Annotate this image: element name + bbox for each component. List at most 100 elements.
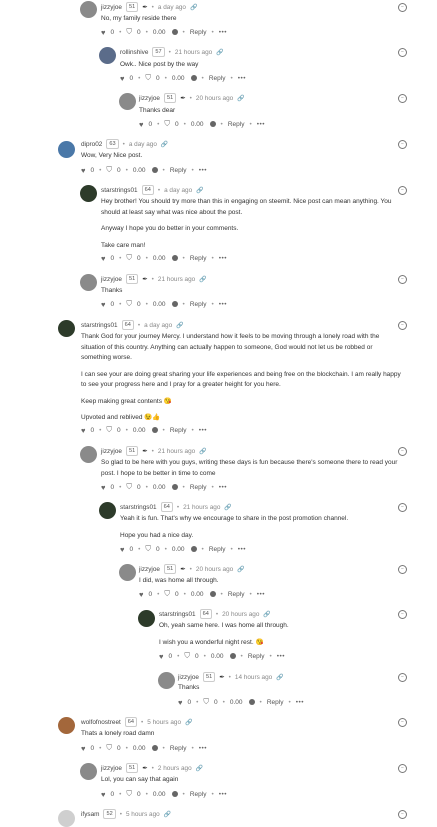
- permalink-icon[interactable]: 🔗: [199, 276, 206, 283]
- downvote-icon[interactable]: ⛉: [203, 697, 209, 707]
- permalink-icon[interactable]: 🔗: [196, 187, 203, 194]
- author-name[interactable]: ifysam: [81, 811, 99, 818]
- author-name[interactable]: rollinshive: [120, 49, 148, 56]
- downvote-icon[interactable]: ⛉: [184, 651, 190, 661]
- author-name[interactable]: starstrings01: [81, 322, 118, 329]
- payout-value[interactable]: 0.00: [153, 255, 166, 262]
- author-name[interactable]: starstrings01: [101, 187, 138, 194]
- collapse-icon[interactable]: −: [398, 140, 407, 149]
- payout-value[interactable]: 0.00: [153, 29, 166, 36]
- downvote-icon[interactable]: ⛉: [126, 299, 132, 309]
- reply-button[interactable]: Reply: [190, 29, 207, 36]
- avatar[interactable]: [138, 610, 155, 627]
- more-options-button[interactable]: •••: [257, 591, 265, 598]
- avatar[interactable]: [99, 502, 116, 519]
- upvote-heart-icon[interactable]: ♥: [81, 166, 85, 175]
- avatar[interactable]: [80, 763, 97, 780]
- collapse-icon[interactable]: −: [398, 810, 407, 819]
- more-options-button[interactable]: •••: [219, 301, 227, 308]
- collapse-icon[interactable]: −: [398, 186, 407, 195]
- permalink-icon[interactable]: 🔗: [199, 448, 206, 455]
- downvote-icon[interactable]: ⛉: [145, 544, 151, 554]
- author-name[interactable]: jizzyjoe: [139, 95, 160, 102]
- reply-button[interactable]: Reply: [190, 255, 207, 262]
- downvote-icon[interactable]: ⛉: [145, 73, 151, 83]
- more-options-button[interactable]: •••: [238, 75, 246, 82]
- author-name[interactable]: jizzyjoe: [101, 276, 122, 283]
- downvote-icon[interactable]: ⛉: [126, 27, 132, 37]
- timestamp[interactable]: 20 hours ago: [222, 611, 259, 618]
- upvote-heart-icon[interactable]: ♥: [120, 545, 124, 554]
- reply-button[interactable]: Reply: [190, 484, 207, 491]
- author-name[interactable]: wolfofnostreet: [81, 719, 121, 726]
- permalink-icon[interactable]: 🔗: [237, 566, 244, 573]
- more-options-button[interactable]: •••: [199, 745, 207, 752]
- downvote-icon[interactable]: ⛉: [106, 165, 112, 175]
- reply-button[interactable]: Reply: [228, 591, 245, 598]
- payout-value[interactable]: 0.00: [133, 427, 146, 434]
- permalink-icon[interactable]: 🔗: [176, 322, 183, 329]
- permalink-icon[interactable]: 🔗: [276, 674, 283, 681]
- more-options-button[interactable]: •••: [219, 484, 227, 491]
- author-name[interactable]: starstrings01: [159, 611, 196, 618]
- downvote-icon[interactable]: ⛉: [164, 589, 170, 599]
- timestamp[interactable]: 20 hours ago: [196, 566, 233, 573]
- avatar[interactable]: [158, 672, 175, 689]
- permalink-icon[interactable]: 🔗: [263, 611, 270, 618]
- author-name[interactable]: jizzyjoe: [178, 674, 199, 681]
- upvote-heart-icon[interactable]: ♥: [120, 74, 124, 83]
- downvote-icon[interactable]: ⛉: [126, 253, 132, 263]
- payout-value[interactable]: 0.00: [172, 75, 185, 82]
- payout-value[interactable]: 0.00: [153, 301, 166, 308]
- collapse-icon[interactable]: −: [398, 718, 407, 727]
- collapse-icon[interactable]: −: [398, 503, 407, 512]
- upvote-heart-icon[interactable]: ♥: [101, 28, 105, 37]
- collapse-icon[interactable]: −: [398, 275, 407, 284]
- timestamp[interactable]: a day ago: [129, 141, 157, 148]
- avatar[interactable]: [58, 320, 75, 337]
- collapse-icon[interactable]: −: [398, 94, 407, 103]
- upvote-heart-icon[interactable]: ♥: [81, 744, 85, 753]
- downvote-icon[interactable]: ⛉: [126, 482, 132, 492]
- upvote-heart-icon[interactable]: ♥: [178, 698, 182, 707]
- timestamp[interactable]: a day ago: [164, 187, 192, 194]
- reply-button[interactable]: Reply: [248, 653, 265, 660]
- timestamp[interactable]: 21 hours ago: [183, 504, 220, 511]
- author-name[interactable]: jizzyjoe: [101, 765, 122, 772]
- permalink-icon[interactable]: 🔗: [164, 811, 171, 818]
- upvote-heart-icon[interactable]: ♥: [101, 300, 105, 309]
- permalink-icon[interactable]: 🔗: [216, 49, 223, 56]
- reply-button[interactable]: Reply: [190, 791, 207, 798]
- timestamp[interactable]: a day ago: [158, 4, 186, 11]
- downvote-icon[interactable]: ⛉: [126, 789, 132, 799]
- avatar[interactable]: [80, 274, 97, 291]
- upvote-heart-icon[interactable]: ♥: [139, 590, 143, 599]
- more-options-button[interactable]: •••: [277, 653, 285, 660]
- timestamp[interactable]: 20 hours ago: [196, 95, 233, 102]
- upvote-heart-icon[interactable]: ♥: [139, 120, 143, 129]
- permalink-icon[interactable]: 🔗: [185, 719, 192, 726]
- payout-value[interactable]: 0.00: [211, 653, 224, 660]
- timestamp[interactable]: 21 hours ago: [158, 448, 195, 455]
- avatar[interactable]: [80, 1, 97, 18]
- avatar[interactable]: [80, 185, 97, 202]
- avatar[interactable]: [58, 717, 75, 734]
- more-options-button[interactable]: •••: [257, 121, 265, 128]
- avatar[interactable]: [58, 810, 75, 827]
- upvote-heart-icon[interactable]: ♥: [101, 254, 105, 263]
- more-options-button[interactable]: •••: [219, 791, 227, 798]
- downvote-icon[interactable]: ⛉: [106, 743, 112, 753]
- more-options-button[interactable]: •••: [296, 699, 304, 706]
- upvote-heart-icon[interactable]: ♥: [101, 483, 105, 492]
- more-options-button[interactable]: •••: [199, 167, 207, 174]
- avatar[interactable]: [99, 47, 116, 64]
- downvote-icon[interactable]: ⛉: [164, 119, 170, 129]
- author-name[interactable]: starstrings01: [120, 504, 157, 511]
- upvote-heart-icon[interactable]: ♥: [81, 426, 85, 435]
- more-options-button[interactable]: •••: [219, 255, 227, 262]
- author-name[interactable]: dipro02: [81, 141, 102, 148]
- reply-button[interactable]: Reply: [170, 427, 187, 434]
- avatar[interactable]: [119, 564, 136, 581]
- reply-button[interactable]: Reply: [170, 167, 187, 174]
- reply-button[interactable]: Reply: [190, 301, 207, 308]
